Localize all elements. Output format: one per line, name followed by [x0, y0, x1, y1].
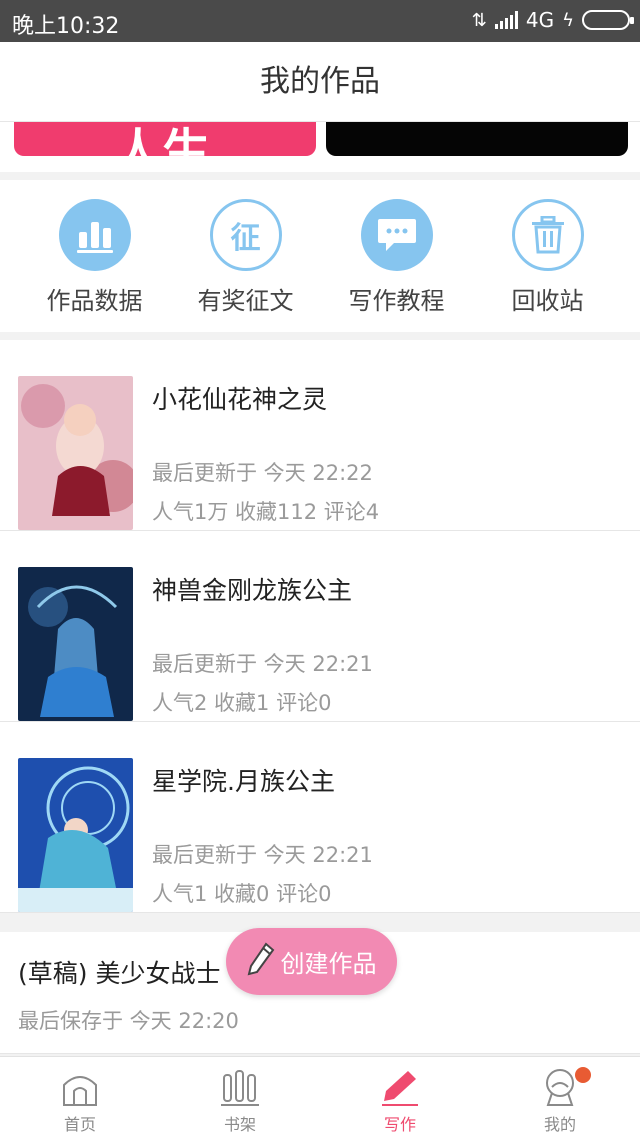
work-cover-image [18, 567, 133, 721]
action-contest[interactable]: 征 有奖征文 [170, 180, 321, 332]
network-type: 4G [525, 8, 555, 32]
bar-chart-icon [58, 199, 131, 271]
action-label: 回收站 [511, 287, 584, 315]
tab-profile[interactable]: 我的 [480, 1057, 640, 1138]
bottom-tab-bar: 首页 书架 写作 我的 [0, 1056, 640, 1138]
banner-carousel[interactable]: 人生 [0, 122, 640, 172]
tab-bookshelf[interactable]: 书架 [160, 1057, 320, 1138]
draft-title: (草稿) 美少女战士 [18, 959, 221, 988]
work-updated: 最后更新于 今天 22:21 [152, 843, 373, 867]
pencil-icon [247, 942, 275, 982]
action-work-data[interactable]: 作品数据 [19, 180, 170, 332]
tab-label: 我的 [543, 1115, 576, 1134]
tab-write[interactable]: 写作 [320, 1057, 480, 1138]
banner-card-left-text: 人生 [114, 124, 211, 156]
work-title: 星学院.月族公主 [152, 767, 335, 796]
work-cover-image [18, 758, 133, 912]
work-item[interactable]: 小花仙花神之灵 最后更新于 今天 22:22 人气1万 收藏112 评论4 [0, 340, 640, 531]
chat-bubble-icon [360, 199, 433, 271]
pen-icon [378, 1065, 422, 1109]
action-tutorial[interactable]: 写作教程 [321, 180, 472, 332]
work-cover-image [18, 376, 133, 530]
action-label: 写作教程 [348, 287, 445, 315]
work-updated: 最后更新于 今天 22:22 [152, 461, 373, 485]
data-arrows-icon: ⇅ [471, 9, 487, 31]
title-bar: 我的作品 [0, 42, 640, 122]
status-bar: 晚上10:32 ⇅ 4G ϟ [0, 0, 640, 42]
status-indicators: ⇅ 4G ϟ [471, 8, 634, 32]
contest-icon: 征 [209, 199, 282, 271]
tab-home[interactable]: 首页 [0, 1057, 160, 1138]
create-work-button[interactable]: 创建作品 [226, 928, 397, 995]
work-stats: 人气2 收藏1 评论0 [152, 691, 332, 715]
signal-icon [494, 11, 518, 29]
draft-saved: 最后保存于 今天 22:20 [18, 1009, 239, 1033]
work-stats: 人气1万 收藏112 评论4 [152, 500, 380, 524]
works-list: 小花仙花神之灵 最后更新于 今天 22:22 人气1万 收藏112 评论4 神兽… [0, 340, 640, 913]
work-item[interactable]: 神兽金刚龙族公主 最后更新于 今天 22:21 人气2 收藏1 评论0 [0, 531, 640, 722]
create-work-label: 创建作品 [280, 950, 377, 978]
tab-label: 首页 [63, 1115, 96, 1134]
work-title: 小花仙花神之灵 [152, 385, 328, 414]
work-item[interactable]: 星学院.月族公主 最后更新于 今天 22:21 人气1 收藏0 评论0 [0, 722, 640, 913]
charging-icon: ϟ [562, 9, 574, 31]
banner-card-left[interactable]: 人生 [14, 122, 316, 156]
work-updated: 最后更新于 今天 22:21 [152, 652, 373, 676]
action-shortcuts: 作品数据 征 有奖征文 写作教程 回收站 [0, 180, 640, 332]
home-icon [58, 1065, 102, 1109]
work-title: 神兽金刚龙族公主 [152, 576, 353, 605]
banner-card-right[interactable] [326, 122, 628, 156]
bookshelf-icon [218, 1065, 262, 1109]
action-recycle-bin[interactable]: 回收站 [472, 180, 623, 332]
status-time: 晚上10:32 [12, 14, 120, 39]
work-stats: 人气1 收藏0 评论0 [152, 882, 332, 906]
tab-label: 书架 [223, 1115, 256, 1134]
notification-badge [575, 1067, 591, 1083]
battery-icon [582, 10, 634, 30]
action-label: 作品数据 [46, 287, 143, 315]
page-title: 我的作品 [260, 64, 380, 99]
tab-label: 写作 [383, 1115, 416, 1134]
action-label: 有奖征文 [197, 287, 294, 315]
trash-icon [511, 199, 584, 271]
